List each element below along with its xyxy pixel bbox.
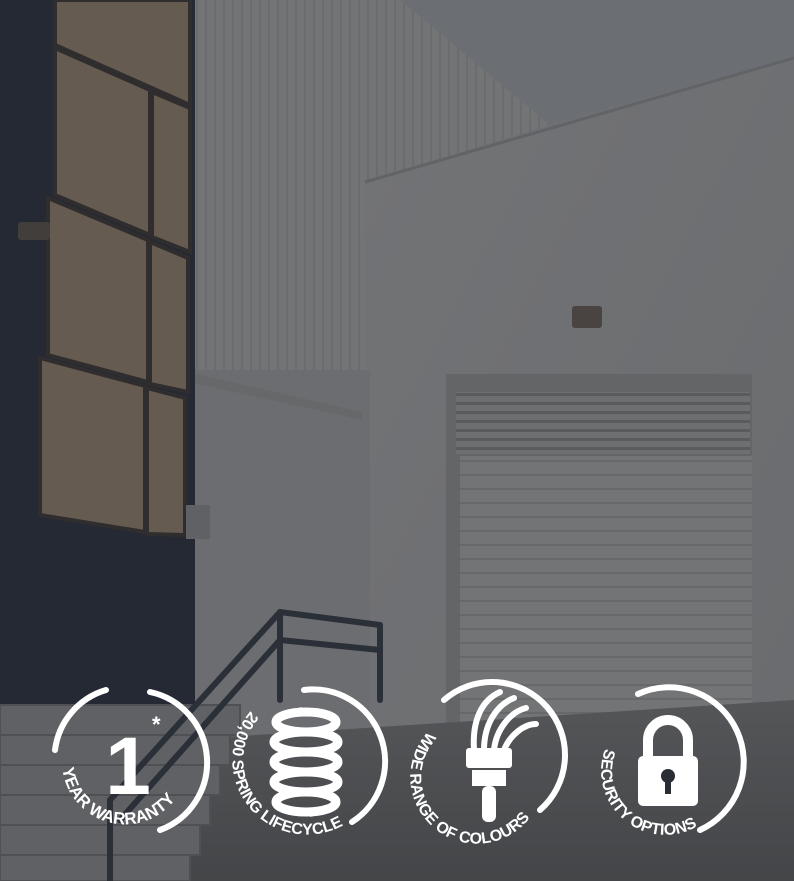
svg-text:WIDE RANGE OF COLOURS: WIDE RANGE OF COLOURS: [406, 729, 533, 848]
spring-lifecycle-badge: 20,000 SPRING LIFECYCLE: [220, 680, 390, 850]
padlock-icon: [638, 715, 698, 806]
colours-label: WIDE RANGE OF COLOURS: [406, 729, 533, 848]
warranty-asterisk: *: [152, 712, 161, 737]
colours-badge: WIDE RANGE OF COLOURS: [402, 679, 572, 850]
paint-brush-icon: [466, 689, 539, 822]
warranty-badge: 1 * YEAR WARRANTY: [40, 680, 211, 850]
warranty-number: 1: [105, 721, 151, 812]
hero-scene: 1 * YEAR WARRANTY 20,000 SPRING LIFECYCL…: [0, 0, 794, 881]
spring-icon: [269, 707, 343, 817]
security-badge: SECURITY OPTIONS: [582, 680, 752, 850]
